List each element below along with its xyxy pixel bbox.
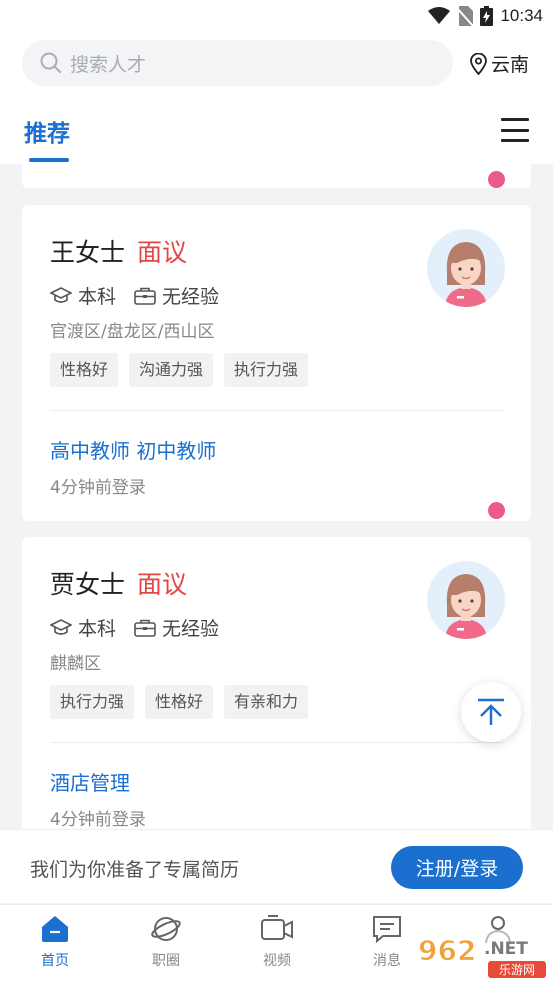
candidate-name: 王女士 (50, 238, 126, 267)
watermark-logo: 962 .NET 乐游网 (414, 930, 550, 980)
education-label: 本科 (78, 286, 117, 308)
badge-icon (488, 502, 505, 519)
status-time: 10:34 (500, 6, 543, 25)
divider (50, 742, 503, 743)
svg-text:962: 962 (418, 934, 476, 967)
tag: 性格好 (50, 353, 119, 387)
divider (50, 410, 503, 411)
female-avatar-icon (445, 574, 487, 639)
nav-item-circle[interactable]: 职圈 (126, 913, 206, 970)
battery-charging-icon (480, 6, 494, 26)
wifi-icon (428, 7, 451, 24)
tag: 执行力强 (50, 685, 135, 719)
location-pin-icon (470, 52, 487, 75)
planet-icon (151, 917, 181, 941)
briefcase-icon (134, 287, 156, 305)
tab-recommend[interactable]: 推荐 (24, 114, 70, 148)
candidate-salary: 面议 (137, 238, 188, 267)
login-time: 4分钟前登录 (50, 478, 146, 498)
nav-label: 消息 (373, 953, 401, 969)
menu-icon (501, 118, 529, 121)
tag: 有亲和力 (224, 685, 309, 719)
search-icon (40, 52, 61, 73)
briefcase-icon (134, 619, 156, 637)
candidate-area: 官渡区/盘龙区/西山区 (50, 322, 215, 342)
header: 搜索人才 云南 推荐 (0, 34, 553, 164)
nav-label: 首页 (41, 953, 69, 969)
search-placeholder: 搜索人才 (70, 53, 147, 76)
female-avatar-icon (445, 242, 487, 307)
candidate-area: 麒麟区 (50, 654, 101, 674)
job-title: 酒店管理 (50, 771, 130, 795)
experience-label: 无经验 (162, 286, 220, 308)
graduation-cap-icon (50, 618, 72, 635)
tag-list: 执行力强 性格好 有亲和力 (50, 685, 309, 719)
card-stub[interactable] (22, 164, 531, 188)
svg-text:.NET: .NET (484, 939, 528, 959)
tag: 沟通力强 (129, 353, 214, 387)
job-title: 高中教师 初中教师 (50, 439, 217, 463)
tag: 性格好 (145, 685, 214, 719)
nav-label: 视频 (263, 953, 291, 969)
video-icon (261, 915, 293, 940)
location-label: 云南 (491, 54, 530, 76)
nav-item-video[interactable]: 视频 (237, 913, 317, 970)
search-input[interactable]: 搜索人才 (22, 40, 453, 86)
candidate-meta: 本科 无经验 (50, 282, 237, 309)
avatar (427, 561, 505, 639)
education-label: 本科 (78, 618, 117, 640)
candidate-card[interactable]: 贾女士 面议 本科 无经验 麒麟区 执行力强 性格好 有亲和力 酒店管理 4分钟… (22, 537, 531, 837)
candidate-meta: 本科 无经验 (50, 614, 237, 641)
candidate-salary: 面议 (137, 570, 188, 599)
graduation-cap-icon (50, 286, 72, 303)
status-bar: 10:34 (0, 0, 553, 34)
tag-list: 性格好 沟通力强 执行力强 (50, 353, 309, 387)
experience-label: 无经验 (162, 618, 220, 640)
message-icon (373, 916, 401, 944)
banner-text: 我们为你准备了专属简历 (30, 859, 240, 881)
status-icons: 10:34 (428, 6, 543, 26)
nav-label: 职圈 (152, 953, 180, 969)
register-banner: 我们为你准备了专属简历 注册/登录 (0, 829, 553, 903)
location-selector[interactable]: 云南 (470, 50, 529, 77)
svg-text:乐游网: 乐游网 (499, 963, 535, 977)
home-icon (42, 916, 68, 942)
candidate-name: 贾女士 (50, 570, 126, 599)
arrow-up-icon (478, 698, 504, 725)
avatar (427, 229, 505, 307)
badge-icon (488, 171, 505, 188)
no-sim-icon (457, 6, 474, 26)
candidate-card[interactable]: 王女士 面议 本科 无经验 官渡区/盘龙区/西山区 性格好 沟通力强 执行力强 … (22, 205, 531, 521)
login-time: 4分钟前登录 (50, 810, 146, 830)
scroll-to-top-button[interactable] (461, 682, 521, 742)
tab-indicator (29, 158, 69, 162)
tag: 执行力强 (224, 353, 309, 387)
register-login-button[interactable]: 注册/登录 (391, 846, 523, 889)
menu-button[interactable] (501, 118, 529, 142)
nav-item-home[interactable]: 首页 (15, 913, 95, 970)
